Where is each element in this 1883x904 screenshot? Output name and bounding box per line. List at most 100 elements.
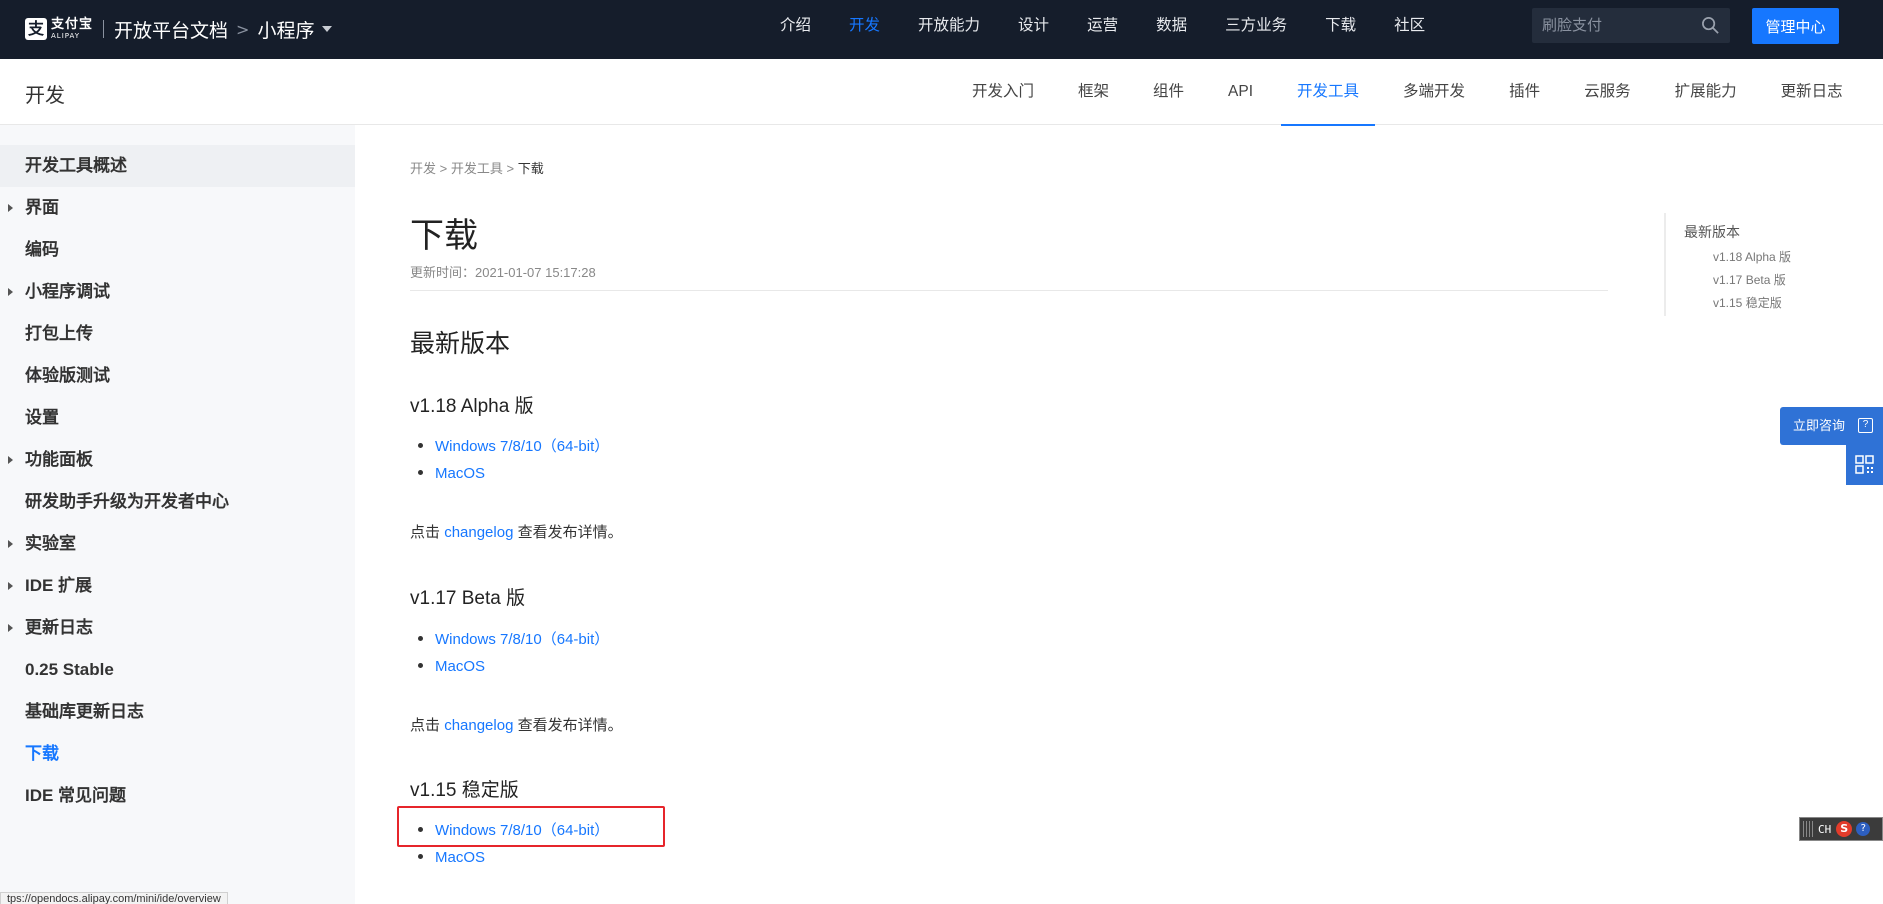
caret-right-icon [8,204,13,212]
sidebar-item-changelog[interactable]: 更新日志 [0,607,355,649]
list-item: MacOS [418,658,485,675]
sidebar-item-dev-center[interactable]: 研发助手升级为开发者中心 [0,481,355,523]
admin-center-button[interactable]: 管理中心 [1752,8,1839,44]
download-macos-1-15[interactable]: MacOS [435,849,485,866]
sidebar-item-ide-extension[interactable]: IDE 扩展 [0,565,355,607]
subnav-item-components[interactable]: 组件 [1137,59,1200,125]
subnav-item-framework[interactable]: 框架 [1062,59,1125,125]
nav-item-data[interactable]: 数据 [1156,0,1187,59]
toc-heading[interactable]: 最新版本 [1684,222,1791,242]
link-status-bar: tps://opendocs.alipay.com/mini/ide/overv… [0,892,228,904]
table-of-contents: 最新版本 v1.18 Alpha 版 v1.17 Beta 版 v1.15 稳定… [1664,213,1791,316]
sidebar-item-label: 功能面板 [25,450,93,469]
sidebar-item-label: IDE 扩展 [25,576,93,595]
subnav-item-multi-platform[interactable]: 多端开发 [1387,59,1481,125]
sidebar-item-debugging[interactable]: 小程序调试 [0,271,355,313]
sidebar-item-trial-testing[interactable]: 体验版测试 [0,355,355,397]
sub-nav: 开发入门 框架 组件 API 开发工具 多端开发 插件 云服务 扩展能力 更新日… [956,59,1871,126]
nav-item-intro[interactable]: 介绍 [780,0,811,59]
sidebar-item-label: 小程序调试 [25,282,110,301]
breadcrumb: 开发 > 开发工具 > 下载 [410,158,544,177]
subnav-item-dev-tools[interactable]: 开发工具 [1281,59,1376,126]
toc-item-1-17[interactable]: v1.17 Beta 版 [1713,271,1791,288]
sidebar-item-download[interactable]: 下载 [0,733,355,775]
caret-right-icon [8,624,13,632]
bullet-icon [418,853,423,859]
sidebar-item-package-upload[interactable]: 打包上传 [0,313,355,355]
nav-item-download[interactable]: 下载 [1325,0,1356,59]
subnav-item-changelog[interactable]: 更新日志 [1765,59,1859,125]
subnav-item-cloud[interactable]: 云服务 [1568,59,1647,125]
subnav-item-plugins[interactable]: 插件 [1493,59,1556,125]
changelog-note: 点击 changelog 查看发布详情。 [410,714,623,735]
subnav-item-api[interactable]: API [1212,59,1269,125]
product-switcher[interactable]: 小程序 [257,16,314,43]
sidebar-item-label: 设置 [25,408,59,427]
alipay-logo[interactable]: 支 支付宝 ALIPAY 开放平台文档 > 小程序 [25,14,333,44]
download-macos-1-18[interactable]: MacOS [435,465,485,482]
sidebar-item-stable[interactable]: 0.25 Stable [0,649,355,691]
download-windows-1-17[interactable]: Windows 7/8/10（64-bit） [435,631,609,648]
list-item: Windows 7/8/10（64-bit） [418,819,609,840]
section-latest-version: 最新版本 [410,330,511,358]
sidebar-item-label: 编码 [25,240,59,259]
breadcrumb-develop[interactable]: 开发 [410,161,436,176]
sidebar-item-coding[interactable]: 编码 [0,229,355,271]
nav-item-operations[interactable]: 运营 [1087,0,1118,59]
update-time: 更新时间：2021-01-07 15:17:28 [410,265,596,280]
ime-toolbar[interactable]: CH S ? [1799,817,1883,841]
help-icon[interactable]: ? [1856,822,1871,836]
search-icon[interactable] [1701,16,1720,35]
breadcrumb-current: 下载 [517,161,544,176]
note-text: 查看发布详情。 [517,524,623,541]
nav-item-capabilities[interactable]: 开放能力 [918,0,980,59]
chevron-down-icon[interactable] [322,26,333,32]
breadcrumb-dev-tools[interactable]: 开发工具 [451,161,503,176]
sidebar-item-base-lib-log[interactable]: 基础库更新日志 [0,691,355,733]
sidebar-item-label: 开发工具概述 [25,156,127,175]
toc-item-1-15[interactable]: v1.15 稳定版 [1713,294,1791,311]
caret-right-icon [8,456,13,464]
sidebar-item-lab[interactable]: 实验室 [0,523,355,565]
changelog-note: 点击 changelog 查看发布详情。 [410,521,623,542]
caret-right-icon [8,288,13,296]
doc-platform-title[interactable]: 开放平台文档 [114,16,228,43]
changelog-link-1-17[interactable]: changelog [444,717,513,734]
nav-item-community[interactable]: 社区 [1394,0,1425,59]
drag-handle-icon[interactable] [1803,821,1813,837]
list-item: Windows 7/8/10（64-bit） [418,628,609,649]
nav-item-design[interactable]: 设计 [1018,0,1049,59]
toc-item-1-18[interactable]: v1.18 Alpha 版 [1713,248,1791,265]
list-item: Windows 7/8/10（64-bit） [418,435,609,456]
qr-code-icon [1855,455,1874,474]
sidebar-item-label: 下载 [25,744,59,763]
sidebar-item-interface[interactable]: 界面 [0,187,355,229]
title-separator: > [236,19,250,39]
subnav-item-extensions[interactable]: 扩展能力 [1659,59,1753,125]
search-input[interactable] [1542,8,1692,43]
nav-item-develop[interactable]: 开发 [849,0,880,59]
note-text: 点击 [410,524,441,541]
consult-button[interactable]: 立即咨询 ? [1780,407,1883,445]
download-macos-1-17[interactable]: MacOS [435,658,485,675]
ime-language[interactable]: CH [1818,823,1831,836]
qr-code-button[interactable] [1846,445,1883,485]
top-navbar: 支 支付宝 ALIPAY 开放平台文档 > 小程序 介绍 开发 开放能力 设计 … [0,0,1883,59]
sidebar-item-label: 打包上传 [25,324,93,343]
download-windows-1-15[interactable]: Windows 7/8/10（64-bit） [435,822,609,839]
sidebar-item-label: 体验版测试 [25,366,110,385]
divider [410,290,1608,291]
version-title-1-17: v1.17 Beta 版 [410,588,526,609]
alipay-logo-icon: 支 [25,18,47,40]
sidebar-item-faq[interactable]: IDE 常见问题 [0,775,355,817]
download-windows-1-18[interactable]: Windows 7/8/10（64-bit） [435,438,609,455]
sidebar-item-settings[interactable]: 设置 [0,397,355,439]
subnav-item-getting-started[interactable]: 开发入门 [956,59,1050,125]
nav-item-third-party[interactable]: 三方业务 [1225,0,1287,59]
sidebar-item-function-panel[interactable]: 功能面板 [0,439,355,481]
sidebar-item-overview[interactable]: 开发工具概述 [0,145,355,187]
sidebar-item-label: 界面 [25,198,59,217]
bullet-icon [418,469,423,475]
changelog-link-1-18[interactable]: changelog [444,524,513,541]
sogou-icon[interactable]: S [1836,821,1853,837]
